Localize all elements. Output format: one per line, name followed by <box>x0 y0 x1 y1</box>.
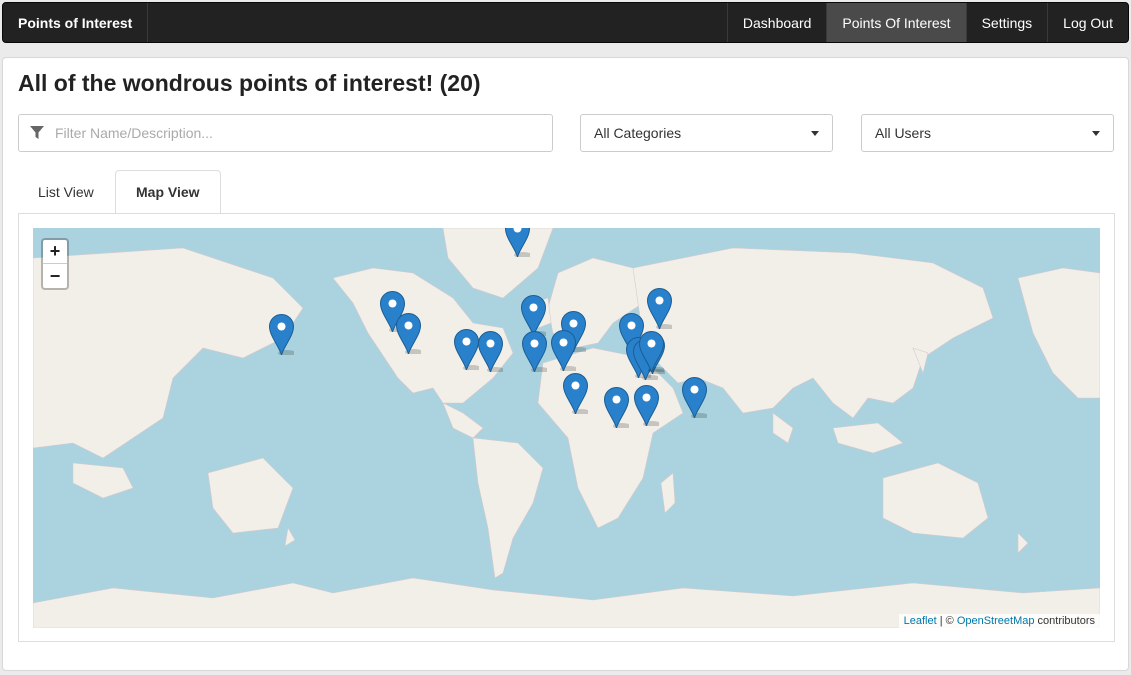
nav-points-of-interest[interactable]: Points Of Interest <box>826 3 966 42</box>
tab-list-view[interactable]: List View <box>18 170 114 214</box>
tab-map-view[interactable]: Map View <box>115 170 221 214</box>
leaflet-link[interactable]: Leaflet <box>904 615 937 627</box>
filter-input[interactable] <box>55 115 552 151</box>
map-marker-icon[interactable] <box>268 314 296 357</box>
view-tabs: List View Map View <box>18 170 1115 214</box>
osm-link[interactable]: OpenStreetMap <box>957 615 1035 627</box>
nav-settings[interactable]: Settings <box>965 3 1048 42</box>
map-marker-icon[interactable] <box>681 377 709 420</box>
chevron-down-icon <box>811 130 819 136</box>
map-marker-icon[interactable] <box>477 331 505 374</box>
nav-log-out[interactable]: Log Out <box>1047 3 1128 42</box>
map-marker-icon[interactable] <box>646 288 674 331</box>
nav-menu: Dashboard Points Of Interest Settings Lo… <box>726 3 1128 42</box>
zoom-out-button[interactable]: − <box>43 264 67 288</box>
map-marker-icon[interactable] <box>638 331 666 374</box>
brand-link[interactable]: Points of Interest <box>3 3 149 42</box>
zoom-in-button[interactable]: + <box>43 240 67 264</box>
top-navbar: Points of Interest Dashboard Points Of I… <box>2 2 1129 43</box>
map-marker-icon[interactable] <box>521 331 549 374</box>
map-marker-icon[interactable] <box>633 385 661 428</box>
category-select-value: All Categories <box>594 125 682 141</box>
chevron-down-icon <box>1092 130 1100 136</box>
nav-dashboard[interactable]: Dashboard <box>726 3 827 42</box>
zoom-control: + − <box>41 238 69 290</box>
tab-content: + − Leaflet | © OpenStreetMap contributo… <box>18 213 1115 642</box>
map-marker-icon[interactable] <box>504 228 532 259</box>
filter-icon <box>19 126 55 140</box>
attribution-separator: | © <box>936 615 957 627</box>
user-select-value: All Users <box>875 125 932 141</box>
map-marker-icon[interactable] <box>453 329 481 372</box>
filter-field[interactable] <box>18 114 553 152</box>
map-marker-icon[interactable] <box>550 330 578 373</box>
category-select[interactable]: All Categories <box>580 114 833 152</box>
user-select[interactable]: All Users <box>861 114 1114 152</box>
attribution-suffix: contributors <box>1034 615 1095 627</box>
content-panel: All of the wondrous points of interest! … <box>2 57 1129 671</box>
world-map[interactable]: + − Leaflet | © OpenStreetMap contributo… <box>33 228 1100 628</box>
map-marker-icon[interactable] <box>520 295 548 338</box>
map-attribution: Leaflet | © OpenStreetMap contributors <box>898 614 1100 628</box>
world-land-layer <box>33 228 1100 628</box>
map-marker-icon[interactable] <box>562 373 590 416</box>
map-marker-icon[interactable] <box>395 313 423 356</box>
map-marker-icon[interactable] <box>603 387 631 430</box>
page-title: All of the wondrous points of interest! … <box>18 70 481 96</box>
